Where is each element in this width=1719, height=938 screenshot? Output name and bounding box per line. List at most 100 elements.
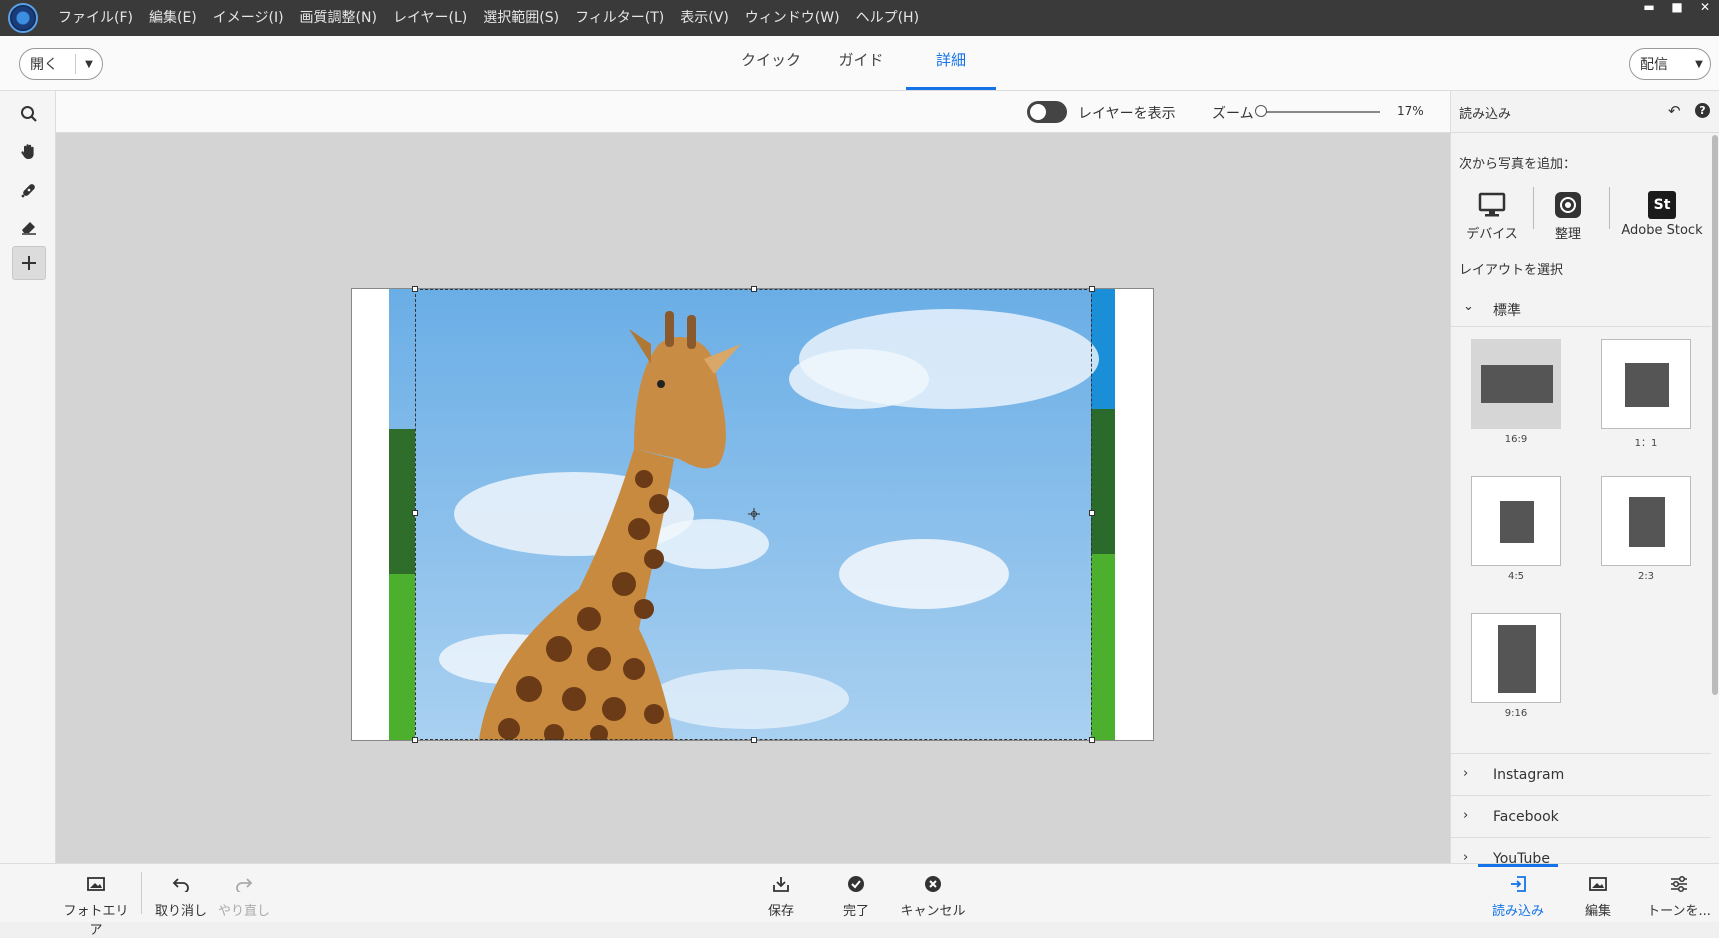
- chevron-down-icon: ⌄: [1463, 299, 1474, 314]
- tab-expert[interactable]: 詳細: [906, 36, 996, 90]
- help-icon[interactable]: ?: [1695, 103, 1710, 118]
- youtube-section-label: YouTube: [1493, 851, 1550, 863]
- menu-enhance[interactable]: 画質調整(N): [292, 0, 385, 36]
- hand-tool-icon[interactable]: [12, 135, 46, 169]
- mode-tabs: クイック ガイド 詳細: [726, 36, 996, 90]
- document-canvas[interactable]: [351, 286, 1154, 743]
- spot-healing-brush-icon[interactable]: [12, 173, 46, 207]
- source-adobe-stock[interactable]: St Adobe Stock: [1617, 191, 1707, 238]
- crop-handle-top-right[interactable]: [1089, 286, 1095, 292]
- divider: [1609, 187, 1610, 229]
- source-device-label: デバイス: [1466, 227, 1518, 242]
- crop-handle-right[interactable]: [1089, 510, 1095, 516]
- menu-window[interactable]: ウィンドウ(W): [737, 0, 848, 36]
- minimize-button[interactable]: ▬: [1635, 0, 1663, 16]
- undo-label: 取り消し: [155, 904, 208, 919]
- instagram-section[interactable]: › Instagram: [1451, 753, 1711, 795]
- crop-handle-bottom[interactable]: [751, 737, 757, 743]
- zoom-slider-handle[interactable]: [1255, 105, 1267, 117]
- source-organizer[interactable]: 整理: [1543, 191, 1593, 242]
- panel-header: 読み込み ↶ ?: [1451, 91, 1719, 133]
- tone-panel-button[interactable]: トーンを...: [1644, 872, 1714, 919]
- standard-section-header[interactable]: ⌄ 標準: [1451, 291, 1711, 327]
- show-layers-toggle[interactable]: [1027, 101, 1067, 123]
- menu-select[interactable]: 選択範囲(S): [475, 0, 567, 36]
- source-device[interactable]: デバイス: [1463, 191, 1521, 242]
- divider: [1533, 187, 1534, 229]
- chevron-right-icon: ›: [1463, 766, 1469, 781]
- import-panel-button[interactable]: 読み込み: [1485, 872, 1551, 919]
- crop-selection-box[interactable]: [412, 286, 1095, 743]
- edit-panel-button[interactable]: 編集: [1572, 872, 1624, 919]
- center-crosshair-icon: [748, 508, 760, 520]
- layout-9-16-shape: [1498, 625, 1536, 693]
- chevron-down-icon[interactable]: ▼: [1688, 59, 1710, 70]
- menu-help[interactable]: ヘルプ(H): [848, 0, 927, 36]
- photo-area-button[interactable]: フォトエリア: [62, 872, 130, 938]
- source-organizer-label: 整理: [1554, 227, 1581, 242]
- close-button[interactable]: ✕: [1691, 0, 1719, 16]
- undo-button[interactable]: 取り消し: [155, 872, 207, 919]
- layout-4-5[interactable]: [1471, 476, 1561, 566]
- save-icon: [759, 872, 803, 896]
- menu-layer[interactable]: レイヤー(L): [385, 0, 475, 36]
- eraser-tool-icon[interactable]: [12, 210, 46, 244]
- facebook-section[interactable]: › Facebook: [1451, 795, 1711, 837]
- cancel-icon: [900, 872, 966, 896]
- open-button[interactable]: 開く ▼: [19, 48, 103, 80]
- layout-16-9[interactable]: [1471, 339, 1561, 429]
- save-label: 保存: [767, 904, 794, 919]
- zoom-tool-icon[interactable]: [12, 97, 46, 131]
- maximize-button[interactable]: ■: [1663, 0, 1691, 16]
- cancel-button[interactable]: キャンセル: [900, 872, 966, 919]
- menu-filter[interactable]: フィルター(T): [567, 0, 672, 36]
- canvas-area[interactable]: [56, 133, 1450, 863]
- undo-icon: [155, 872, 207, 896]
- layout-9-16[interactable]: [1471, 613, 1561, 703]
- chevron-right-icon: ›: [1463, 808, 1469, 823]
- crop-handle-left[interactable]: [412, 510, 418, 516]
- crop-handle-top[interactable]: [751, 286, 757, 292]
- standard-section-label: 標準: [1493, 303, 1521, 319]
- menu-view[interactable]: 表示(V): [672, 0, 737, 36]
- panel-scrollbar[interactable]: [1712, 135, 1718, 695]
- divider: [141, 872, 142, 914]
- share-button[interactable]: 配信 ▼: [1629, 48, 1711, 80]
- chevron-down-icon[interactable]: ▼: [76, 59, 102, 70]
- menu-edit[interactable]: 編集(E): [141, 0, 205, 36]
- add-photos-from-label: 次から写真を追加：: [1459, 157, 1577, 172]
- zoom-label: ズーム: [1212, 106, 1254, 122]
- tab-guided[interactable]: ガイド: [816, 36, 906, 90]
- layout-1-1[interactable]: [1601, 339, 1691, 429]
- bottom-bar: フォトエリア 取り消し やり直し 保存 完了 キャンセル 読み込み 編集 トーン…: [0, 863, 1719, 938]
- monitor-icon: [1477, 191, 1507, 219]
- layout-16-9-label: 16:9: [1504, 434, 1528, 445]
- import-icon: [1485, 872, 1551, 896]
- show-layers-label: レイヤーを表示: [1078, 106, 1176, 122]
- layout-1-1-shape: [1625, 363, 1669, 407]
- save-button[interactable]: 保存: [759, 872, 803, 919]
- open-button-label: 開く: [20, 54, 76, 74]
- layout-1-1-label: 1：1: [1634, 438, 1658, 449]
- done-label: 完了: [842, 904, 869, 919]
- menu-image[interactable]: イメージ(I): [205, 0, 292, 36]
- move-tool-icon[interactable]: [12, 246, 46, 280]
- crop-handle-bottom-left[interactable]: [412, 737, 418, 743]
- layout-4-5-label: 4:5: [1507, 571, 1525, 582]
- layout-4-5-shape: [1500, 501, 1534, 543]
- crop-handle-top-left[interactable]: [412, 286, 418, 292]
- source-adobe-stock-label: Adobe Stock: [1621, 223, 1703, 238]
- youtube-section[interactable]: › YouTube: [1451, 837, 1711, 863]
- done-button[interactable]: 完了: [834, 872, 878, 919]
- menu-file[interactable]: ファイル(F): [50, 0, 141, 36]
- layout-16-9-shape: [1481, 365, 1553, 403]
- crop-handle-bottom-right[interactable]: [1089, 737, 1095, 743]
- title-bar: ファイル(F) 編集(E) イメージ(I) 画質調整(N) レイヤー(L) 選択…: [0, 0, 1719, 36]
- tone-label: トーンを...: [1647, 904, 1711, 919]
- reset-icon[interactable]: ↶: [1668, 102, 1681, 120]
- tab-quick[interactable]: クイック: [726, 36, 816, 90]
- zoom-slider-track[interactable]: [1260, 111, 1380, 113]
- layout-2-3[interactable]: [1601, 476, 1691, 566]
- photo-area-icon: [62, 872, 130, 896]
- redo-button[interactable]: やり直し: [218, 872, 270, 919]
